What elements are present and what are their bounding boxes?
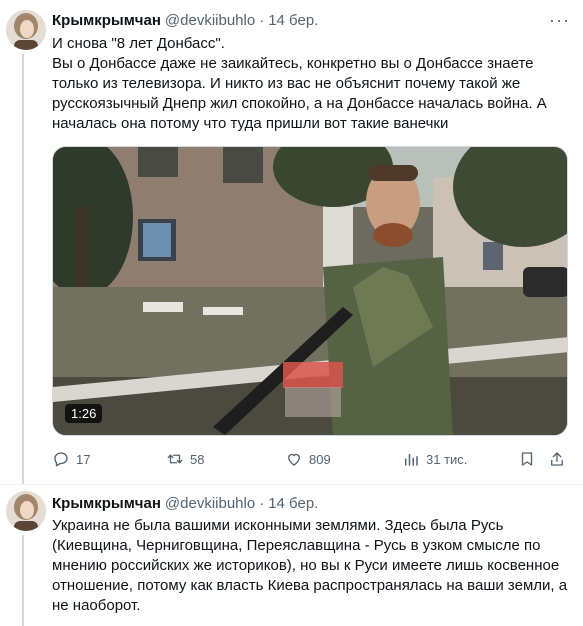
tweet-line: только из телевизора. И никто из вас не … bbox=[52, 75, 521, 92]
tweet-time[interactable]: 14 бер. bbox=[268, 12, 318, 29]
avatar[interactable] bbox=[6, 491, 46, 531]
like-icon bbox=[288, 453, 300, 466]
bookmark-button[interactable] bbox=[518, 450, 542, 468]
tweet-line: Украина не была вашими исконными землями… bbox=[52, 517, 504, 534]
views-button[interactable]: 31 тис. bbox=[402, 450, 467, 468]
more-icon[interactable]: ··· bbox=[549, 11, 569, 34]
views-count: 31 тис. bbox=[426, 451, 468, 467]
tweet-text: И снова "8 лет Донбасс". Вы о Донбассе д… bbox=[52, 34, 572, 134]
views-icon bbox=[405, 453, 418, 466]
reply-icon bbox=[54, 452, 68, 467]
tweet-text: Украина не была вашими исконными землями… bbox=[52, 516, 572, 616]
video-frame bbox=[53, 147, 567, 435]
tweet-header: Крымкрымчан @devkiibuhlo · 14 бер. bbox=[52, 493, 318, 513]
tweet-line: мнению российских же историков), но вы к… bbox=[52, 557, 560, 574]
tweet-line: И снова "8 лет Донбасс". bbox=[52, 35, 225, 52]
tweet-time[interactable]: 14 бер. bbox=[268, 495, 318, 512]
tweet-line: русскоязычный Днепр жил спокойно, а на Д… bbox=[52, 95, 547, 112]
reply-count: 17 bbox=[76, 451, 91, 467]
share-icon bbox=[551, 452, 563, 466]
retweet-button[interactable]: 58 bbox=[166, 450, 204, 468]
video-duration: 1:26 bbox=[65, 404, 103, 423]
tweet-header: Крымкрымчан @devkiibuhlo · 14 бер. bbox=[52, 10, 318, 30]
separator-dot: · bbox=[259, 494, 265, 512]
tweet-2[interactable]: Крымкрымчан @devkiibuhlo · 14 бер. Украи… bbox=[0, 485, 583, 626]
tweet-1[interactable]: Крымкрымчан @devkiibuhlo · 14 бер. ··· И… bbox=[0, 0, 583, 484]
like-count: 809 bbox=[309, 451, 331, 467]
author-name[interactable]: Крымкрымчан bbox=[52, 12, 161, 29]
retweet-icon bbox=[167, 454, 183, 464]
thread-line bbox=[22, 54, 24, 484]
bookmark-icon bbox=[521, 452, 533, 466]
author-name[interactable]: Крымкрымчан bbox=[52, 495, 161, 512]
tweet-line: отношение, потому как власть Киева распр… bbox=[52, 577, 568, 594]
separator-dot: · bbox=[259, 11, 265, 29]
avatar[interactable] bbox=[6, 10, 46, 50]
retweet-count: 58 bbox=[190, 451, 205, 467]
tweet-line: (Киевщина, Черниговщина, Переяславщина -… bbox=[52, 537, 541, 554]
tweet-line: Вы о Донбассе даже не заикайтесь, конкре… bbox=[52, 55, 534, 72]
tweet-actions: 17 58 809 31 тис. bbox=[52, 449, 568, 469]
author-handle[interactable]: @devkiibuhlo bbox=[165, 12, 255, 29]
share-button[interactable] bbox=[548, 450, 572, 468]
reply-button[interactable]: 17 bbox=[52, 450, 90, 468]
author-handle[interactable]: @devkiibuhlo bbox=[165, 495, 255, 512]
video-player[interactable]: 1:26 bbox=[52, 146, 568, 436]
tweet-line: началась она потому что туда пришли вот … bbox=[52, 115, 449, 132]
like-button[interactable]: 809 bbox=[285, 450, 331, 468]
tweet-line: не наоборот. bbox=[52, 597, 141, 614]
thread-line bbox=[22, 535, 24, 626]
